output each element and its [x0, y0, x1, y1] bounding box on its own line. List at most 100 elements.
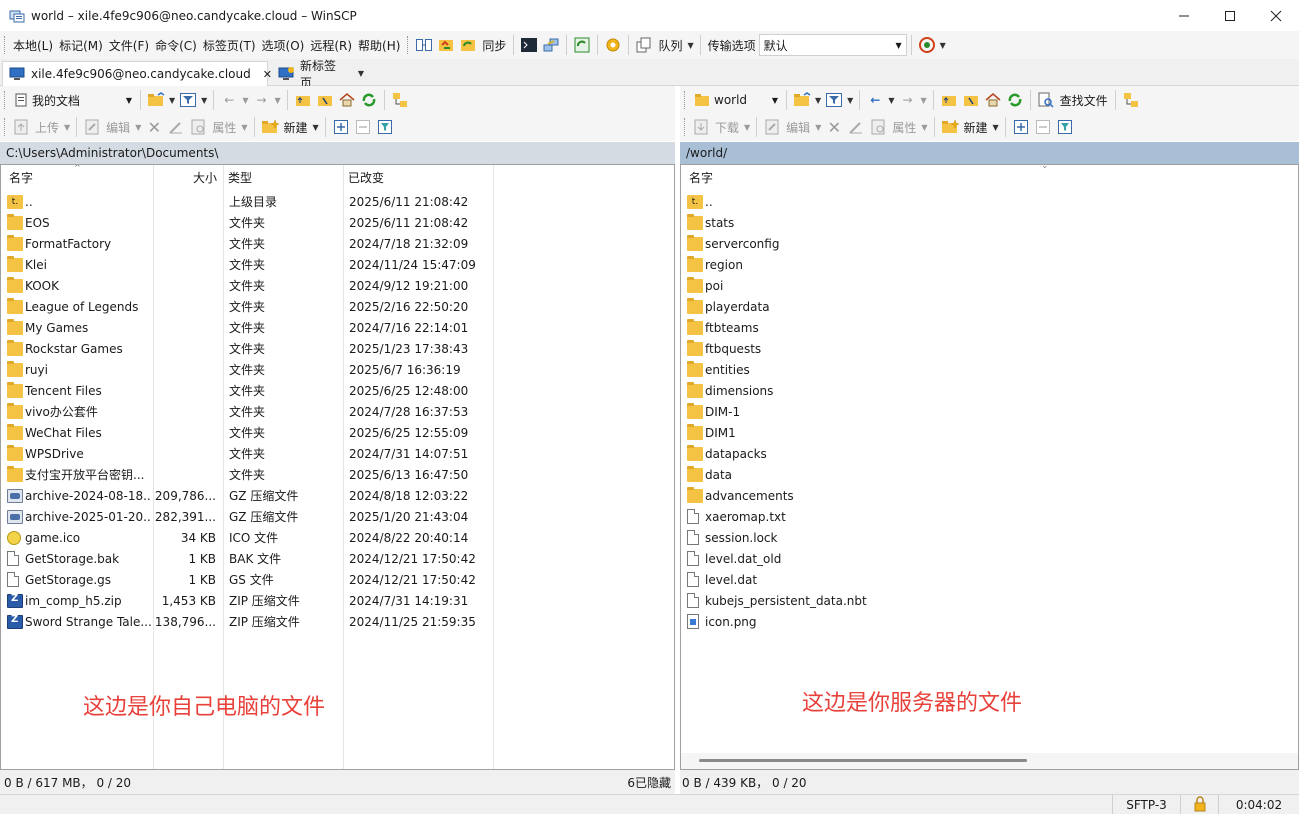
find-files-icon[interactable]: [1037, 91, 1055, 109]
toolbar-grip[interactable]: [684, 91, 687, 109]
file-row[interactable]: stats: [681, 212, 1298, 233]
properties-dropdown-icon[interactable]: ▼: [241, 123, 247, 132]
toolbar-grip[interactable]: [407, 36, 410, 54]
parent-directory-icon[interactable]: [294, 91, 312, 109]
menu-help[interactable]: 帮助(H): [355, 37, 403, 54]
forward-dropdown-icon[interactable]: ▼: [920, 96, 926, 105]
toolbar-grip[interactable]: [4, 36, 7, 54]
properties-button[interactable]: 属性: [212, 119, 236, 136]
download-button[interactable]: 下载: [715, 119, 739, 136]
compare-directories-icon[interactable]: [415, 36, 433, 54]
filter-dropdown-icon[interactable]: ▼: [847, 96, 853, 105]
file-row[interactable]: My Games 文件夹 2024/7/16 22:14:01: [1, 317, 674, 338]
toolbar-grip[interactable]: [4, 91, 7, 109]
file-row[interactable]: advancements: [681, 485, 1298, 506]
file-row[interactable]: DIM-1: [681, 401, 1298, 422]
home-icon[interactable]: [984, 91, 1002, 109]
encryption-indicator[interactable]: [1180, 795, 1218, 814]
transfer-settings-icon[interactable]: [918, 36, 936, 54]
file-row[interactable]: FormatFactory 文件夹 2024/7/18 21:32:09: [1, 233, 674, 254]
left-location-select[interactable]: 我的文档 ▼: [10, 89, 136, 111]
file-row[interactable]: session.lock: [681, 527, 1298, 548]
edit-button[interactable]: 编辑: [786, 119, 810, 136]
file-row[interactable]: poi: [681, 275, 1298, 296]
filter-icon[interactable]: [825, 91, 843, 109]
select-all-plus-icon[interactable]: [1012, 118, 1030, 136]
file-row[interactable]: DIM1: [681, 422, 1298, 443]
file-row[interactable]: region: [681, 254, 1298, 275]
edit-icon[interactable]: [83, 118, 101, 136]
open-dropdown-icon[interactable]: ▼: [815, 96, 821, 105]
file-row[interactable]: ftbteams: [681, 317, 1298, 338]
new-button[interactable]: 新建: [284, 119, 308, 136]
filter-icon[interactable]: [179, 91, 197, 109]
putty-icon[interactable]: [542, 36, 560, 54]
parent-directory-icon[interactable]: [940, 91, 958, 109]
forward-arrow-icon[interactable]: →: [252, 91, 270, 109]
file-row[interactable]: Klei 文件夹 2024/11/24 15:47:09: [1, 254, 674, 275]
find-files-button[interactable]: 查找文件: [1060, 92, 1108, 109]
file-row[interactable]: archive-2024-08-18... 209,786... GZ 压缩文件 20…: [1, 485, 674, 506]
file-row[interactable]: serverconfig: [681, 233, 1298, 254]
menu-commands[interactable]: 命令(C): [152, 37, 200, 54]
file-row[interactable]: data: [681, 464, 1298, 485]
file-row[interactable]: ruyi 文件夹 2025/6/7 16:36:19: [1, 359, 674, 380]
file-row[interactable]: GetStorage.gs 1 KB GS 文件 2024/12/21 17:50:4…: [1, 569, 674, 590]
file-row[interactable]: archive-2025-01-20... 282,391... GZ 压缩文件 20…: [1, 506, 674, 527]
menu-local[interactable]: 本地(L): [10, 37, 56, 54]
open-folder-icon[interactable]: [147, 91, 165, 109]
right-path-bar[interactable]: /world/: [680, 142, 1299, 164]
minimize-button[interactable]: [1161, 0, 1207, 31]
file-row[interactable]: 支付宝开放平台密钥... 文件夹 2025/6/13 16:47:50: [1, 464, 674, 485]
queue-icon[interactable]: [635, 36, 653, 54]
rename-icon[interactable]: [847, 118, 865, 136]
filter-select-icon[interactable]: [1056, 118, 1074, 136]
delete-icon[interactable]: ✕: [825, 118, 843, 137]
file-row[interactable]: League of Legends 文件夹 2025/2/16 22:50:20: [1, 296, 674, 317]
upload-dropdown-icon[interactable]: ▼: [64, 123, 70, 132]
file-row[interactable]: WPSDrive 文件夹 2024/7/31 14:07:51: [1, 443, 674, 464]
column-header-size[interactable]: 大小: [153, 165, 223, 189]
upload-icon[interactable]: [12, 118, 30, 136]
horizontal-scrollbar[interactable]: [681, 753, 1298, 769]
file-row[interactable]: level.dat: [681, 569, 1298, 590]
properties-icon[interactable]: [869, 118, 887, 136]
file-row[interactable]: kubejs_persistent_data.nbt: [681, 590, 1298, 611]
file-row[interactable]: GetStorage.bak 1 KB BAK 文件 2024/12/21 17:50…: [1, 548, 674, 569]
edit-icon[interactable]: [763, 118, 781, 136]
file-row[interactable]: Sword Strange Tale...138,796... ZIP 压缩文件 2…: [1, 611, 674, 632]
back-dropdown-icon[interactable]: ▼: [242, 96, 248, 105]
file-row[interactable]: t... 上级目录 2025/6/11 21:08:42: [1, 191, 674, 212]
menu-mark[interactable]: 标记(M): [56, 37, 106, 54]
column-header-type[interactable]: 类型: [223, 165, 343, 189]
transfer-preset-select[interactable]: 默认 ▼: [758, 34, 907, 56]
close-window-button[interactable]: [1253, 0, 1299, 31]
tab-session[interactable]: xile.4fe9c906@neo.candycake.cloud ✕: [2, 61, 272, 86]
delete-icon[interactable]: ✕: [145, 118, 163, 137]
chevron-down-icon[interactable]: ▼: [358, 69, 364, 78]
menu-options[interactable]: 选项(O): [259, 37, 308, 54]
queue-label[interactable]: 队列: [658, 37, 682, 54]
refresh-icon[interactable]: [360, 91, 378, 109]
file-row[interactable]: datapacks: [681, 443, 1298, 464]
file-row[interactable]: Rockstar Games 文件夹 2025/1/23 17:38:43: [1, 338, 674, 359]
filter-dropdown-icon[interactable]: ▼: [201, 96, 207, 105]
column-header-changed[interactable]: 已改变: [343, 165, 493, 189]
upload-button[interactable]: 上传: [35, 119, 59, 136]
select-all-plus-icon[interactable]: [332, 118, 350, 136]
file-row[interactable]: t...: [681, 191, 1298, 212]
root-directory-icon[interactable]: [962, 91, 980, 109]
properties-button[interactable]: 属性: [892, 119, 916, 136]
column-header-name[interactable]: 名字 ^: [4, 165, 153, 189]
column-header-name[interactable]: 名字 ⌄: [684, 165, 1284, 189]
open-dropdown-icon[interactable]: ▼: [169, 96, 175, 105]
new-item-icon[interactable]: [261, 118, 279, 136]
file-row[interactable]: dimensions: [681, 380, 1298, 401]
forward-arrow-icon[interactable]: →: [898, 91, 916, 109]
file-row[interactable]: Tencent Files 文件夹 2025/6/25 12:48:00: [1, 380, 674, 401]
tree-view-icon[interactable]: [391, 91, 409, 109]
file-row[interactable]: game.ico 34 KB ICO 文件 2024/8/22 20:40:14: [1, 527, 674, 548]
left-file-list[interactable]: 名字 ^ 大小 类型 已改变 t... 上级目录 2025/6/11 21:08:4…: [0, 164, 675, 770]
new-item-icon[interactable]: [941, 118, 959, 136]
toolbar-grip[interactable]: [684, 118, 687, 136]
